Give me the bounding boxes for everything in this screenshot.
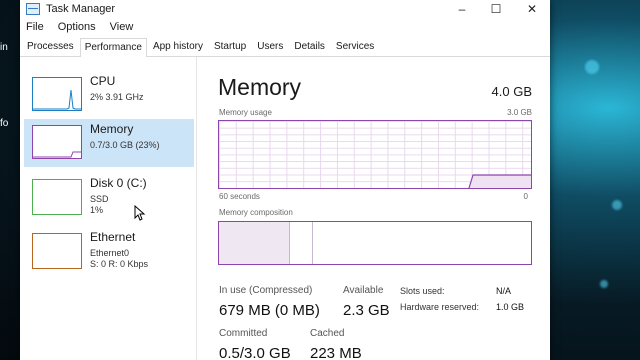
total-memory: 4.0 GB [491, 84, 532, 99]
sidebar-cpu-usage: 2% 3.91 GHz [90, 92, 144, 102]
resource-sidebar: CPU 2% 3.91 GHz Memory 0.7/3.0 GB (23%) … [20, 57, 197, 360]
tab-app-history[interactable]: App history [148, 37, 208, 56]
available-label: Available [343, 285, 384, 296]
hardware-reserved-value: 1.0 GB [496, 302, 525, 312]
sidebar-memory-name: Memory [90, 122, 134, 136]
tab-users[interactable]: Users [252, 37, 288, 56]
light-dot [612, 200, 622, 210]
menu-file[interactable]: File [26, 21, 44, 33]
available-value: 2.3 GB [343, 302, 390, 319]
slots-used-label: Slots used: [400, 286, 445, 296]
sidebar-disk-usage: 1% [90, 205, 104, 215]
sidebar-item-ethernet[interactable]: Ethernet Ethernet0 S: 0 R: 0 Kbps [24, 227, 194, 275]
committed-value: 0.5/3.0 GB [219, 345, 291, 360]
in-use-value: 679 MB (0 MB) [219, 302, 320, 319]
cached-label: Cached [310, 328, 345, 339]
tab-details[interactable]: Details [289, 37, 330, 56]
composition-in-use [219, 222, 289, 264]
memory-composition-bar[interactable] [218, 221, 532, 265]
time-axis-label: 60 seconds [219, 192, 260, 201]
tab-services[interactable]: Services [331, 37, 379, 56]
performance-body: CPU 2% 3.91 GHz Memory 0.7/3.0 GB (23%) … [20, 57, 550, 360]
time-axis-zero: 0 [523, 192, 528, 201]
sidebar-ethernet-name: Ethernet [90, 230, 136, 244]
memory-usage-label: Memory usage [219, 108, 272, 117]
sidebar-disk-name: Disk 0 (C:) [90, 176, 147, 190]
sidebar-item-memory[interactable]: Memory 0.7/3.0 GB (23%) [24, 119, 194, 167]
ethernet-thumbnail-graph [32, 233, 82, 269]
desktop-label[interactable]: fo [0, 118, 8, 129]
composition-modified [290, 222, 312, 264]
minimize-button[interactable]: – [444, 0, 480, 18]
light-dot [600, 280, 608, 288]
tab-strip: Processes Performance App history Startu… [20, 36, 550, 57]
task-manager-window: Task Manager – ☐ ✕ File Options View Pro… [20, 0, 550, 360]
memory-detail-pane: Memory 4.0 GB Memory usage 3.0 GB 60 sec… [218, 57, 550, 360]
disk-thumbnail-graph [32, 179, 82, 215]
memory-usage-max: 3.0 GB [507, 108, 532, 117]
in-use-label: In use (Compressed) [219, 285, 313, 296]
close-button[interactable]: ✕ [514, 0, 550, 18]
sidebar-item-cpu[interactable]: CPU 2% 3.91 GHz [24, 71, 194, 119]
tab-processes[interactable]: Processes [22, 37, 79, 56]
menu-view[interactable]: View [110, 21, 134, 33]
committed-label: Committed [219, 328, 268, 339]
memory-thumbnail-graph [32, 125, 82, 159]
tab-startup[interactable]: Startup [209, 37, 251, 56]
cpu-thumbnail-graph [32, 77, 82, 111]
sidebar-ethernet-throughput: S: 0 R: 0 Kbps [90, 259, 149, 269]
hardware-reserved-label: Hardware reserved: [400, 302, 480, 312]
menu-bar: File Options View [20, 18, 550, 36]
sidebar-ethernet-adapter: Ethernet0 [90, 248, 130, 258]
menu-options[interactable]: Options [58, 21, 96, 33]
tab-performance[interactable]: Performance [79, 38, 147, 57]
cached-value: 223 MB [310, 345, 362, 360]
task-manager-icon [26, 3, 40, 15]
sidebar-item-disk[interactable]: Disk 0 (C:) SSD 1% [24, 173, 194, 221]
sidebar-disk-type: SSD [90, 194, 109, 204]
sidebar-memory-usage: 0.7/3.0 GB (23%) [90, 140, 160, 150]
page-title: Memory [218, 74, 302, 100]
sidebar-cpu-name: CPU [90, 74, 116, 88]
light-dot [585, 60, 599, 74]
memory-composition-label: Memory composition [219, 208, 293, 217]
slots-used-value: N/A [496, 286, 512, 296]
window-title: Task Manager [46, 3, 116, 15]
memory-usage-graph [218, 120, 532, 189]
desktop-label[interactable]: in [0, 42, 8, 53]
maximize-button[interactable]: ☐ [478, 0, 514, 18]
composition-divider [312, 222, 313, 264]
title-bar[interactable]: Task Manager – ☐ ✕ [20, 0, 550, 18]
